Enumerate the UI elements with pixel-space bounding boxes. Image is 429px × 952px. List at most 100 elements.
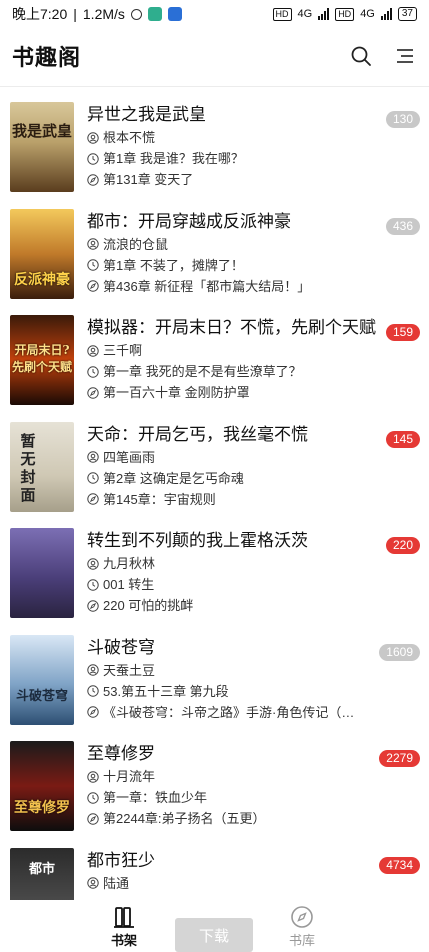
book-last-read: 第一章 我死的是不是有些潦草了？	[87, 361, 429, 382]
book-cover[interactable]: 开局末日?先刷个天赋	[10, 315, 74, 405]
book-cover[interactable]: 斗破苍穹	[10, 634, 74, 725]
notification-icon	[130, 8, 142, 20]
cover-text: 暂无封面	[20, 431, 36, 504]
status-speed: 1.2M/s	[82, 6, 125, 22]
bottom-nav: 书架 下载 书库	[0, 900, 429, 952]
app-notification-icon	[147, 7, 162, 21]
book-row[interactable]: 我是武皇 异世之我是武皇 根本不慌 第1章 我是谁？我在哪？ 第131章 变天了 130	[0, 94, 429, 201]
header-divider	[0, 86, 429, 87]
cover-text: 我是武皇	[11, 122, 72, 140]
author-icon	[87, 557, 99, 570]
book-row[interactable]: 都市 都市狂少陆通 4734	[0, 840, 429, 900]
book-row[interactable]: 反派神豪 都市：开局穿越成反派神豪 流浪的仓鼠 第1章 不装了，摊牌了！ 第436章 新…	[0, 201, 429, 308]
compass-icon	[272, 904, 332, 930]
book-list[interactable]: 我是武皇 异世之我是武皇 根本不慌 第1章 我是谁？我在哪？ 第131章 变天了 130 反…	[0, 94, 429, 900]
book-latest-chapter: 《斗破苍穹：斗帝之路》手游·角色传记（…	[87, 702, 429, 723]
nav-bookshelf-label: 书架	[110, 933, 137, 948]
unread-count-badge: 130	[385, 111, 420, 128]
clock-icon	[87, 152, 99, 165]
book-row[interactable]: 至尊修罗 至尊修罗 十月流年 第一章：铁血少年 第2244章:弟子扬名（五更） 2279	[0, 733, 429, 840]
unread-count-badge: 220	[385, 537, 420, 554]
network-label: 4G	[297, 8, 313, 20]
book-latest-chapter: 第131章 变天了	[87, 169, 429, 190]
search-icon[interactable]	[349, 44, 373, 68]
book-author: 三千啊	[87, 340, 429, 361]
clock-icon	[87, 578, 99, 591]
book-latest-chapter: 第一百六十章 金刚防护罩	[87, 382, 429, 403]
book-row[interactable]: 开局末日?先刷个天赋 模拟器：开局末日？不慌，先刷个天赋 三千啊 第一章 我死的是不是…	[0, 307, 429, 414]
book-cover[interactable]: 我是武皇	[10, 102, 74, 192]
book-author: 根本不慌	[87, 127, 429, 148]
author-icon	[87, 770, 99, 783]
book-last-read: 第1章 我是谁？我在哪？	[87, 148, 429, 169]
book-author: 陆通	[87, 873, 429, 894]
unread-count-badge: 4734	[379, 856, 420, 874]
book-latest-chapter: 第145章：宇宙规则	[87, 489, 429, 510]
cover-text: 都市	[28, 861, 55, 877]
compass-icon	[87, 812, 99, 825]
cover-text: 斗破苍穹	[15, 688, 68, 704]
hd-badge-2: HD	[335, 7, 355, 21]
book-info: 天命：开局乞丐，我丝毫不慌 四笔画雨 第2章 这确定是乞丐命魂 第145章：宇宙规则	[87, 414, 429, 510]
clock-icon	[87, 472, 99, 484]
clock-icon	[87, 791, 99, 804]
book-title: 都市狂少	[87, 850, 155, 870]
compass-icon	[87, 386, 99, 399]
unread-count-badge: 1609	[379, 643, 420, 661]
book-last-read: 001 转生	[87, 574, 429, 595]
book-last-read: 第2章 这确定是乞丐命魂	[87, 468, 429, 489]
book-row[interactable]: 斗破苍穹 斗破苍穹 天蚕土豆 53.第五十三章 第九段 《斗破苍穹：斗帝之路》手游·角色…	[0, 627, 429, 734]
app-notification-icon-2	[167, 7, 182, 21]
author-icon	[87, 664, 99, 676]
book-last-read: 53.第五十三章 第九段	[87, 681, 429, 702]
unread-count-badge: 145	[385, 430, 420, 448]
clock-icon	[87, 259, 99, 271]
list-menu-icon[interactable]	[393, 44, 417, 68]
author-icon	[87, 344, 99, 357]
book-info: 都市狂少 陆通	[87, 840, 429, 894]
book-last-read: 第1章 不装了，摊牌了！	[87, 255, 429, 276]
nav-bookshelf[interactable]: 书架	[94, 904, 154, 949]
book-title: 转生到不列颠的我上霍格沃茨	[87, 531, 308, 550]
book-title: 异世之我是武皇	[87, 105, 206, 124]
book-title: 至尊修罗	[87, 744, 155, 763]
book-latest-chapter: 第436章 新征程「都市篇大结局！」	[87, 276, 429, 297]
author-icon	[87, 877, 99, 889]
book-cover[interactable]	[10, 528, 74, 618]
status-bar: 晚上7:20 | 1.2M/s HD 4G HD 4G 37	[0, 0, 429, 28]
cover-text: 开局末日?先刷个天赋	[11, 343, 72, 374]
app-title: 书趣阁	[12, 45, 82, 70]
book-row[interactable]: 暂无封面 天命：开局乞丐，我丝毫不慌 四笔画雨 第2章 这确定是乞丐命魂 第145章：宇…	[0, 414, 429, 521]
compass-icon	[87, 280, 99, 292]
compass-icon	[87, 173, 99, 186]
book-info: 转生到不列颠的我上霍格沃茨 九月秋林 001 转生 220 可怕的挑衅	[87, 520, 429, 616]
book-title: 天命：开局乞丐，我丝毫不慌	[87, 424, 308, 444]
compass-icon	[87, 493, 99, 505]
book-title: 都市：开局穿越成反派神豪	[87, 211, 291, 231]
author-icon	[87, 451, 99, 463]
book-cover[interactable]: 至尊修罗	[10, 741, 74, 831]
book-cover[interactable]: 暂无封面	[10, 421, 74, 512]
book-cover[interactable]: 反派神豪	[10, 208, 74, 299]
book-info: 异世之我是武皇根本不慌 第1章 我是谁？我在哪？ 第131章 变天了	[87, 94, 429, 190]
book-author: 流浪的仓鼠	[87, 234, 429, 255]
compass-icon	[87, 599, 99, 612]
book-last-read: 第一章：铁血少年	[87, 787, 429, 808]
compass-icon	[87, 706, 99, 718]
book-row[interactable]: 转生到不列颠的我上霍格沃茨 九月秋林 001 转生 220 可怕的挑衅 220	[0, 520, 429, 627]
book-author: 天蚕土豆	[87, 660, 429, 681]
nav-bookstore[interactable]: 书库	[272, 904, 332, 949]
book-info: 都市：开局穿越成反派神豪流浪的仓鼠 第1章 不装了，摊牌了！ 第436章 新征程「都…	[87, 201, 429, 297]
unread-count-badge: 436	[385, 217, 420, 235]
unread-count-badge: 2279	[379, 750, 420, 767]
cover-text: 反派神豪	[14, 271, 70, 288]
app-header: 书趣阁	[0, 28, 429, 84]
nav-bookstore-label: 书库	[288, 933, 315, 948]
book-cover[interactable]: 都市	[10, 847, 74, 900]
signal-icon	[318, 8, 330, 20]
book-latest-chapter: 第2244章:弟子扬名（五更）	[87, 808, 429, 829]
book-info: 至尊修罗 十月流年 第一章：铁血少年 第2244章:弟子扬名（五更）	[87, 733, 429, 829]
download-button[interactable]: 下载	[175, 918, 253, 952]
battery-icon: 37	[397, 7, 417, 21]
clock-icon	[87, 365, 99, 378]
